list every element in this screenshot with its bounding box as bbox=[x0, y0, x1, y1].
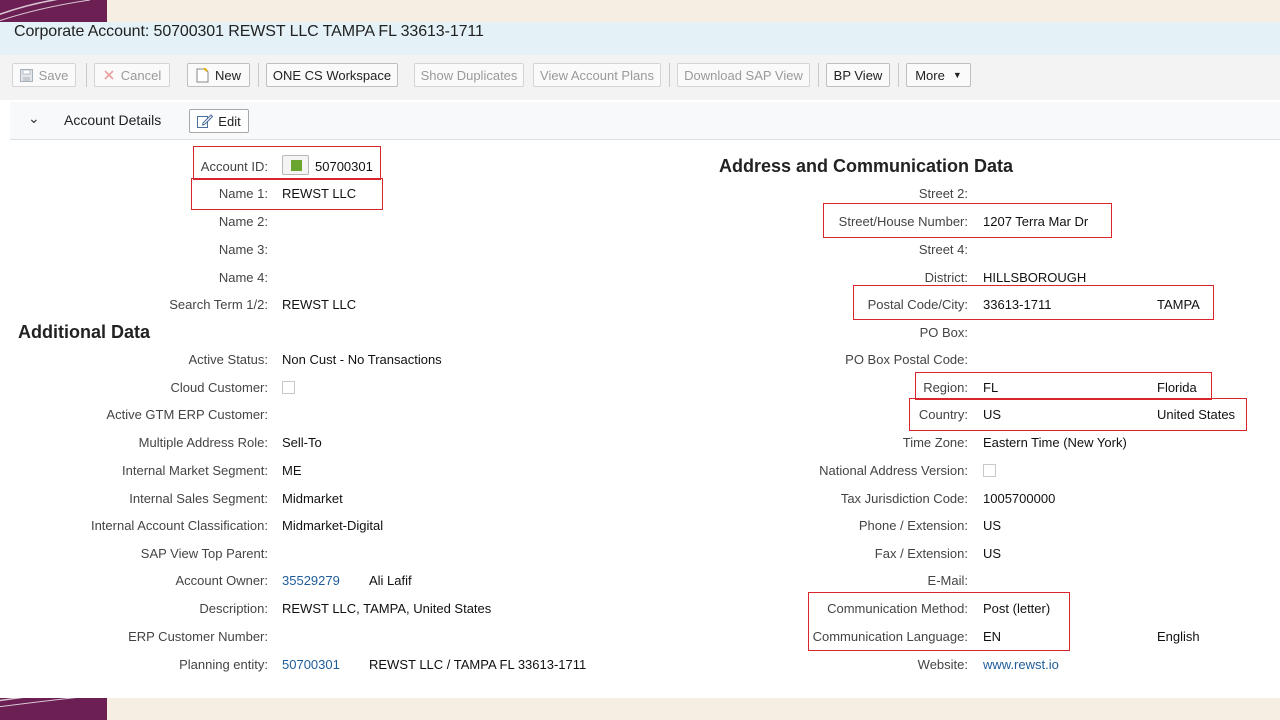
internal-account-classification-value: Midmarket-Digital bbox=[282, 518, 384, 533]
internal-market-segment-label: Internal Market Segment: bbox=[122, 463, 268, 478]
planning-entity-id-link[interactable]: 50700301 bbox=[282, 657, 340, 672]
edit-label: Edit bbox=[218, 113, 241, 129]
crm-window: Corporate Account: 50700301 REWST LLC TA… bbox=[0, 22, 1280, 698]
save-icon bbox=[19, 68, 33, 82]
cloud-customer-label: Cloud Customer: bbox=[170, 380, 268, 395]
toolbar-separator bbox=[258, 63, 259, 87]
name4-label: Name 4: bbox=[218, 270, 268, 285]
multiple-address-role-value: Sell-To bbox=[282, 435, 322, 450]
toolbar: Save Cancel New ONE CS Workspace Show Du… bbox=[0, 55, 1280, 100]
save-label: Save bbox=[38, 67, 69, 83]
district-label: District: bbox=[924, 270, 968, 285]
cloud-customer-checkbox[interactable] bbox=[282, 381, 295, 394]
internal-sales-segment-value: Midmarket bbox=[282, 491, 343, 506]
additional-data-heading: Additional Data bbox=[18, 322, 151, 342]
highlight-region bbox=[915, 372, 1212, 400]
toolbar-separator bbox=[898, 63, 899, 87]
national-address-version-label: National Address Version: bbox=[819, 463, 968, 478]
street2-label: Street 2: bbox=[918, 186, 968, 201]
planning-entity-label: Planning entity: bbox=[179, 657, 268, 672]
slide-decoration-top bbox=[0, 0, 107, 22]
po-box-label: PO Box: bbox=[919, 325, 968, 340]
po-box-postal-label: PO Box Postal Code: bbox=[845, 352, 968, 367]
district-value: HILLSBOROUGH bbox=[983, 270, 1087, 285]
section-title: Account Details bbox=[64, 112, 162, 128]
name3-label: Name 3: bbox=[218, 242, 268, 257]
close-icon bbox=[103, 69, 115, 81]
phone-label: Phone / Extension: bbox=[858, 518, 968, 533]
description-value: REWST LLC, TAMPA, United States bbox=[282, 601, 492, 616]
highlight-account-id bbox=[193, 146, 381, 180]
toolbar-separator bbox=[818, 63, 819, 87]
one-cs-workspace-button[interactable]: ONE CS Workspace bbox=[266, 63, 398, 87]
highlight-communication bbox=[808, 592, 1070, 651]
download-sap-view-button[interactable]: Download SAP View bbox=[677, 63, 810, 87]
website-link[interactable]: www.rewst.io bbox=[983, 657, 1059, 672]
cancel-button[interactable]: Cancel bbox=[94, 63, 170, 87]
more-button[interactable]: More ▼ bbox=[906, 63, 971, 87]
slide-decoration-bottom bbox=[0, 698, 107, 720]
edit-icon bbox=[197, 114, 214, 128]
new-document-icon bbox=[196, 67, 209, 83]
account-owner-name: Ali Lafif bbox=[369, 573, 412, 588]
tax-jurisdiction-value: 1005700000 bbox=[983, 491, 1056, 506]
planning-entity-name: REWST LLC / TAMPA FL 33613-1711 bbox=[369, 657, 587, 672]
address-communication-heading: Address and Communication Data bbox=[719, 156, 1014, 176]
search-term-label: Search Term 1/2: bbox=[169, 297, 268, 312]
description-label: Description: bbox=[199, 601, 268, 616]
new-label: New bbox=[214, 67, 241, 83]
highlight-street-house bbox=[823, 203, 1112, 238]
dropdown-arrow-icon: ▼ bbox=[952, 70, 962, 80]
cancel-label: Cancel bbox=[120, 67, 162, 83]
national-address-version-checkbox[interactable] bbox=[983, 464, 996, 477]
search-term-value: REWST LLC bbox=[282, 297, 357, 312]
erp-customer-number-label: ERP Customer Number: bbox=[128, 629, 268, 644]
highlight-postal-city bbox=[853, 285, 1214, 320]
show-duplicates-button[interactable]: Show Duplicates bbox=[414, 63, 524, 87]
section-header: ⌄ Account Details Edit bbox=[10, 102, 1280, 140]
view-account-plans-button[interactable]: View Account Plans bbox=[533, 63, 661, 87]
street4-label: Street 4: bbox=[918, 242, 968, 257]
fax-value: US bbox=[983, 546, 1002, 561]
communication-language-name: English bbox=[1157, 629, 1200, 644]
title-bar: Corporate Account: 50700301 REWST LLC TA… bbox=[0, 22, 1280, 55]
internal-account-classification-label: Internal Account Classification: bbox=[90, 518, 268, 533]
highlight-name1 bbox=[191, 178, 383, 210]
sap-view-top-parent-label: SAP View Top Parent: bbox=[140, 546, 268, 561]
new-button[interactable]: New bbox=[187, 63, 250, 87]
account-owner-label: Account Owner: bbox=[175, 573, 269, 588]
email-label: E-Mail: bbox=[927, 573, 968, 588]
name2-label: Name 2: bbox=[218, 214, 268, 229]
account-details-content: Account ID: 50700301 Name 1: REWST LLC N… bbox=[0, 140, 1280, 698]
tax-jurisdiction-label: Tax Jurisdiction Code: bbox=[840, 491, 968, 506]
account-owner-id-link[interactable]: 35529279 bbox=[282, 573, 340, 588]
website-label: Website: bbox=[917, 657, 968, 672]
internal-market-segment-value: ME bbox=[282, 463, 302, 478]
collapse-chevron-icon[interactable]: ⌄ bbox=[28, 110, 40, 127]
active-status-label: Active Status: bbox=[188, 352, 268, 367]
edit-button[interactable]: Edit bbox=[189, 109, 249, 133]
active-status-value: Non Cust - No Transactions bbox=[282, 352, 442, 367]
toolbar-separator bbox=[86, 63, 87, 87]
time-zone-label: Time Zone: bbox=[902, 435, 968, 450]
save-button[interactable]: Save bbox=[12, 63, 76, 87]
more-label: More bbox=[915, 67, 945, 83]
bp-view-button[interactable]: BP View bbox=[826, 63, 890, 87]
time-zone-value: Eastern Time (New York) bbox=[983, 435, 1127, 450]
highlight-country bbox=[909, 398, 1247, 431]
toolbar-separator bbox=[669, 63, 670, 87]
active-gtm-label: Active GTM ERP Customer: bbox=[106, 407, 268, 422]
multiple-address-role-label: Multiple Address Role: bbox=[138, 435, 268, 450]
page-title: Corporate Account: 50700301 REWST LLC TA… bbox=[14, 23, 484, 40]
phone-value: US bbox=[983, 518, 1002, 533]
internal-sales-segment-label: Internal Sales Segment: bbox=[129, 491, 268, 506]
fax-label: Fax / Extension: bbox=[874, 546, 968, 561]
